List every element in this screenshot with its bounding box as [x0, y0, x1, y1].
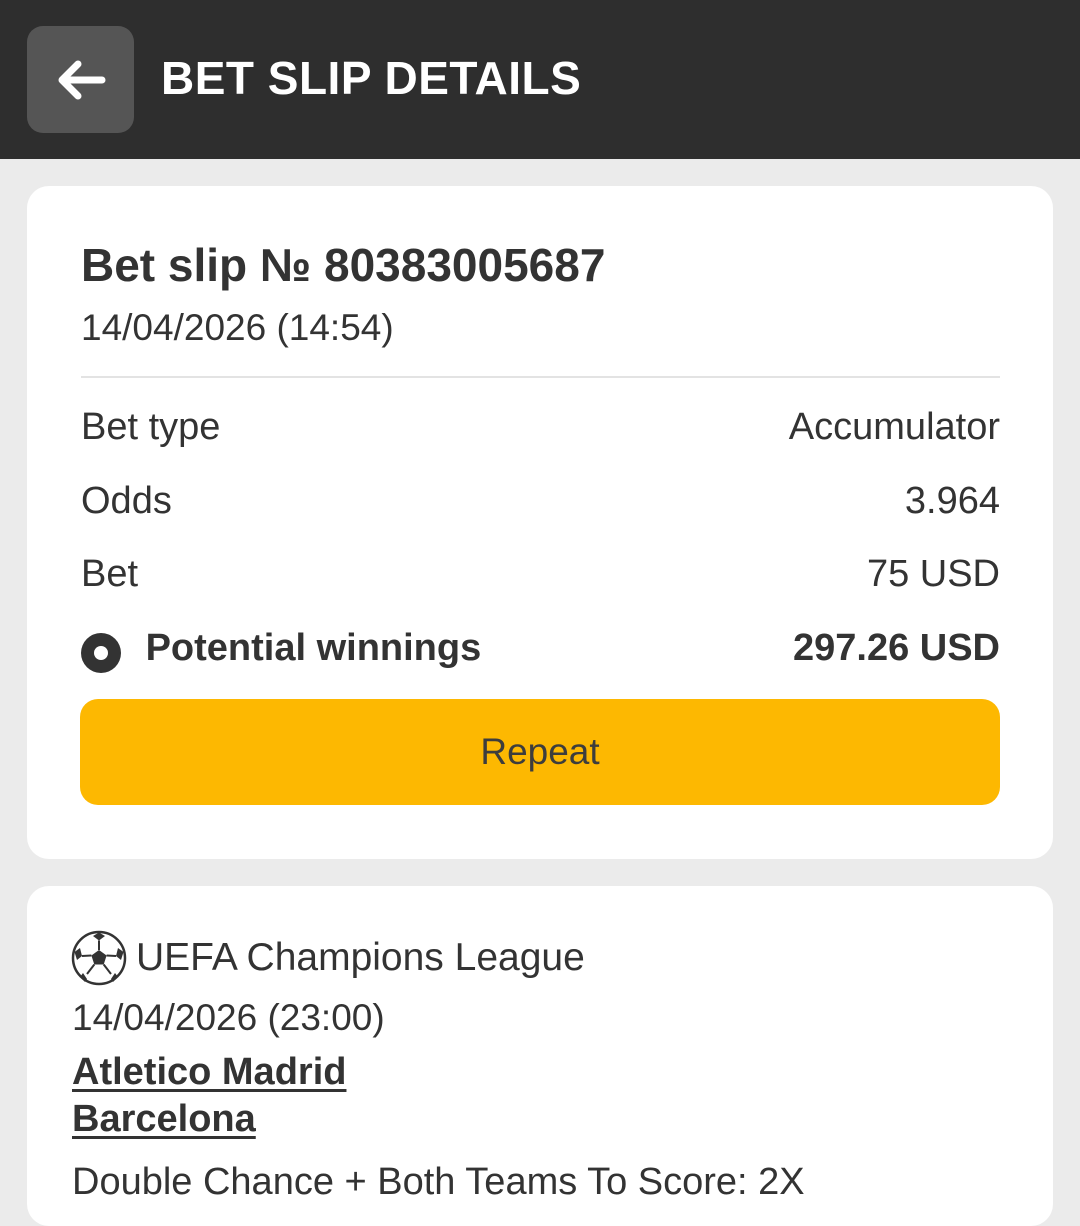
potential-winnings-label-group: Potential winnings — [81, 624, 481, 673]
divider — [81, 376, 1000, 378]
bet-market: Double Chance + Both Teams To Score: 2X — [72, 1161, 805, 1203]
bet-slip-summary-card: Bet slip № 80383005687 14/04/2026 (14:54… — [27, 186, 1053, 859]
app-header: BET SLIP DETAILS — [0, 0, 1080, 159]
bet-slip-number: Bet slip № 80383005687 — [81, 239, 606, 291]
bet-amount-label: Bet — [81, 553, 139, 595]
soccer-ball-icon — [71, 930, 127, 986]
league-name: UEFA Champions League — [136, 936, 585, 979]
bet-amount-value: 75 USD — [866, 553, 1000, 595]
potential-winnings-value: 297.26 USD — [792, 627, 1000, 669]
bet-amount-row: Bet 75 USD — [81, 550, 1000, 598]
odds-label: Odds — [81, 480, 172, 522]
team-home-link[interactable]: Atletico Madrid — [72, 1050, 346, 1094]
event-date: 14/04/2026 (23:00) — [72, 997, 385, 1038]
arrow-left-icon — [58, 60, 105, 99]
bet-type-value: Accumulator — [788, 406, 1000, 448]
bet-type-row: Bet type Accumulator — [81, 403, 1000, 451]
status-dot-icon — [81, 632, 121, 673]
odds-value: 3.964 — [904, 480, 1000, 522]
league-row: UEFA Champions League — [71, 930, 585, 986]
page-title: BET SLIP DETAILS — [161, 52, 582, 104]
odds-row: Odds 3.964 — [81, 477, 1000, 525]
repeat-button[interactable]: Repeat — [80, 699, 1000, 805]
bet-slip-date: 14/04/2026 (14:54) — [81, 307, 394, 348]
event-card: UEFA Champions League 14/04/2026 (23:00)… — [27, 886, 1053, 1226]
team-away-link[interactable]: Barcelona — [72, 1097, 256, 1141]
potential-winnings-row: Potential winnings 297.26 USD — [81, 624, 1000, 673]
back-button[interactable] — [27, 26, 134, 133]
potential-winnings-label: Potential winnings — [145, 626, 482, 669]
bet-type-label: Bet type — [81, 406, 221, 448]
